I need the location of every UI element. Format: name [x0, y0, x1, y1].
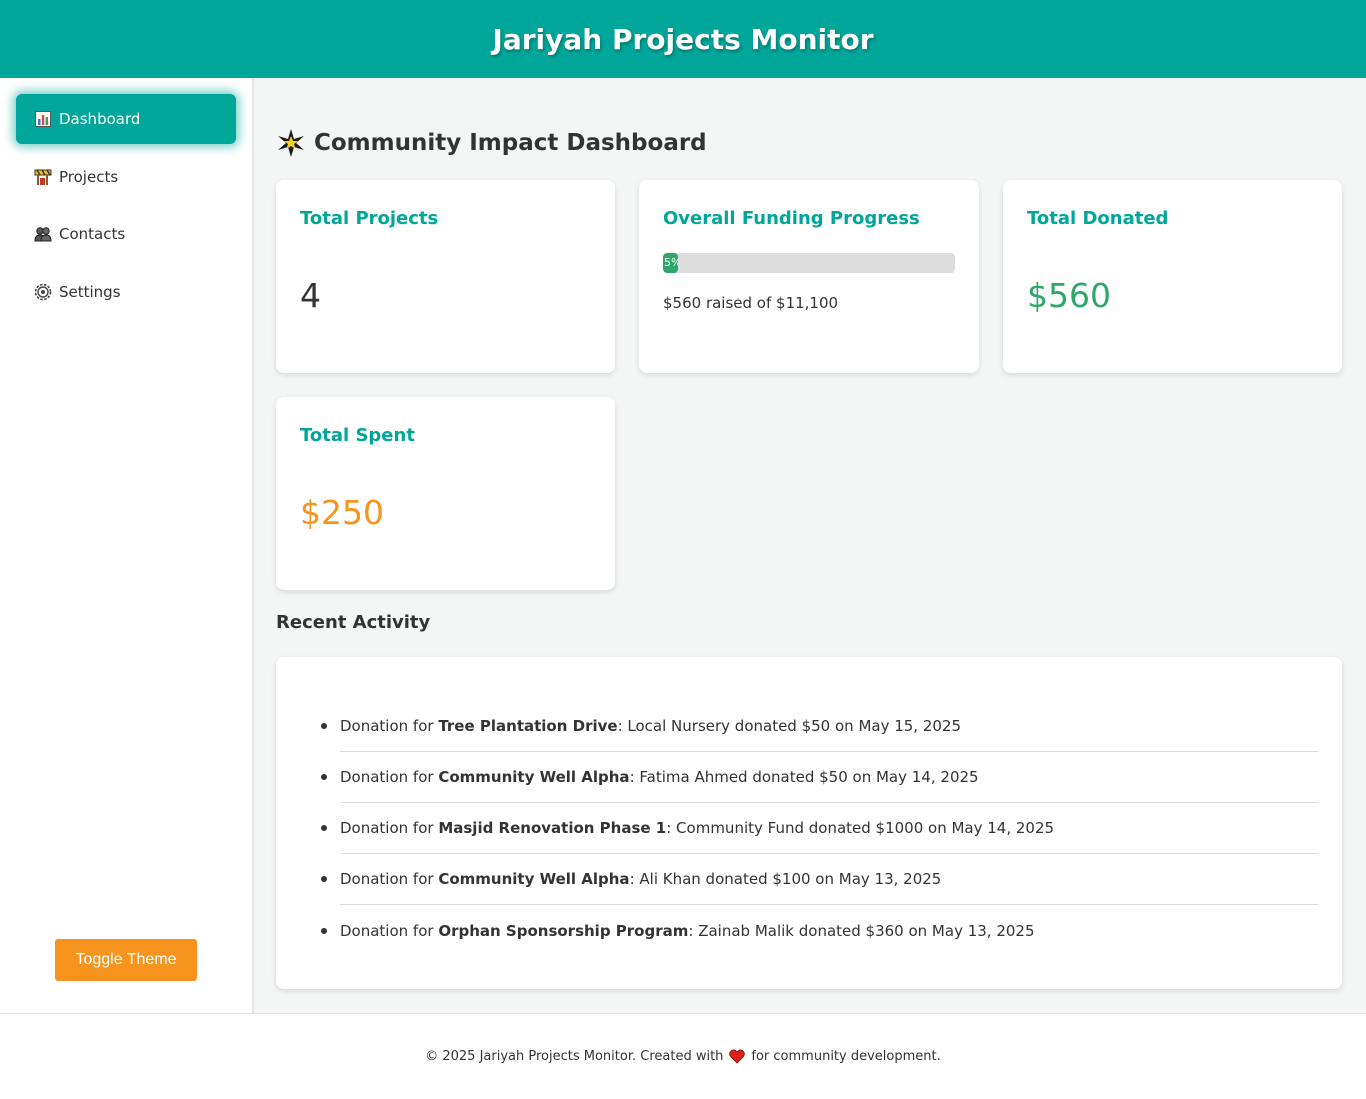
bullet-icon — [321, 876, 327, 882]
card-title: Overall Funding Progress — [663, 208, 920, 229]
people-icon — [34, 225, 52, 243]
footer: © 2025 Jariyah Projects Monitor. Created… — [0, 1013, 1366, 1099]
card-title: Total Donated — [1027, 208, 1169, 229]
footer-text-before: © 2025 Jariyah Projects Monitor. Created… — [425, 1049, 724, 1064]
sidebar-item-dashboard[interactable]: Dashboard — [16, 94, 236, 144]
activity-prefix: Donation for — [340, 819, 439, 837]
main-content: Community Impact Dashboard Total Project… — [254, 78, 1366, 1013]
activity-detail: : Fatima Ahmed donated $50 on May 14, 20… — [629, 768, 979, 786]
sidebar-item-label: Settings — [59, 283, 121, 301]
toggle-theme-button[interactable]: Toggle Theme — [55, 939, 197, 981]
sidebar-item-contacts[interactable]: Contacts — [16, 209, 236, 259]
list-item: Donation for Community Well Alpha: Ali K… — [321, 854, 1318, 905]
funding-progress-card: Overall Funding Progress 5% $560 raised … — [639, 180, 979, 373]
bullet-icon — [321, 723, 327, 729]
activity-project: Masjid Renovation Phase 1 — [438, 819, 667, 837]
recent-activity-card: Donation for Tree Plantation Drive: Loca… — [276, 657, 1342, 989]
construction-icon — [34, 168, 52, 186]
sidebar-item-label: Contacts — [59, 225, 126, 243]
total-donated-value: $560 — [1027, 276, 1111, 315]
sidebar-item-label: Projects — [59, 168, 119, 186]
funding-progress-fill: 5% — [663, 253, 678, 273]
total-donated-card: Total Donated $560 — [1003, 180, 1342, 373]
activity-project: Community Well Alpha — [438, 768, 630, 786]
recent-activity-heading: Recent Activity — [276, 612, 431, 633]
card-title: Total Spent — [300, 425, 415, 446]
total-projects-value: 4 — [300, 276, 321, 315]
bar-chart-icon — [34, 110, 52, 128]
total-projects-card: Total Projects 4 — [276, 180, 615, 373]
activity-prefix: Donation for — [340, 768, 439, 786]
bullet-icon — [321, 774, 327, 780]
bullet-icon — [321, 927, 327, 934]
app-header: Jariyah Projects Monitor — [0, 0, 1366, 78]
sidebar-item-projects[interactable]: Projects — [16, 152, 236, 202]
sidebar-item-label: Dashboard — [59, 110, 141, 128]
activity-detail: : Ali Khan donated $100 on May 13, 2025 — [629, 870, 942, 888]
page-title-text: Community Impact Dashboard — [314, 130, 707, 156]
activity-detail: : Community Fund donated $1000 on May 14… — [666, 819, 1055, 837]
heart-icon — [729, 1049, 746, 1064]
footer-text-after: for community development. — [751, 1049, 941, 1064]
activity-prefix: Donation for — [340, 717, 439, 735]
total-spent-value: $250 — [300, 493, 384, 532]
total-spent-card: Total Spent $250 — [276, 397, 615, 590]
bullet-icon — [321, 825, 327, 831]
gear-icon — [34, 283, 52, 301]
activity-project: Tree Plantation Drive — [438, 717, 618, 735]
activity-prefix: Donation for — [340, 870, 439, 888]
sidebar-item-settings[interactable]: Settings — [16, 267, 236, 317]
activity-project: Orphan Sponsorship Program — [438, 921, 689, 940]
activity-prefix: Donation for — [340, 921, 439, 940]
activity-detail: : Zainab Malik donated $360 on May 13, 2… — [688, 921, 1035, 940]
activity-project: Community Well Alpha — [438, 870, 630, 888]
activity-list: Donation for Tree Plantation Drive: Loca… — [321, 701, 1318, 956]
list-item: Donation for Community Well Alpha: Fatim… — [321, 752, 1318, 803]
list-item: Donation for Masjid Renovation Phase 1: … — [321, 803, 1318, 854]
page-title: Community Impact Dashboard — [276, 128, 707, 158]
list-item: Donation for Orphan Sponsorship Program:… — [321, 905, 1318, 956]
list-item: Donation for Tree Plantation Drive: Loca… — [321, 701, 1318, 752]
app-title: Jariyah Projects Monitor — [492, 22, 874, 56]
card-title: Total Projects — [300, 208, 439, 229]
activity-detail: : Local Nursery donated $50 on May 15, 2… — [617, 717, 962, 735]
funding-progress-bar: 5% — [663, 253, 955, 273]
sidebar: Dashboard Projects Contacts Settings Tog… — [0, 78, 254, 1013]
glowing-star-icon — [278, 129, 304, 157]
funding-caption: $560 raised of $11,100 — [663, 294, 839, 312]
